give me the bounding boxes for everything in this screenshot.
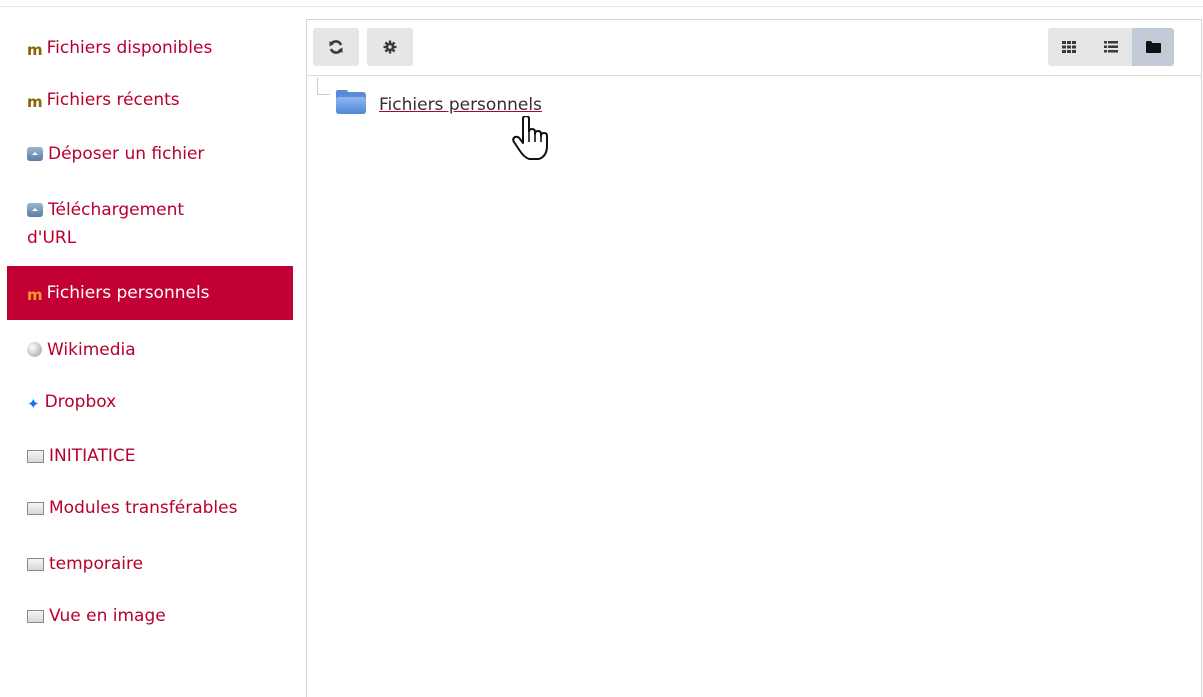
sidebar-item-deposer-fichier[interactable]: Déposer un fichier [7, 140, 293, 168]
tree-view-icon [1145, 41, 1161, 53]
settings-button[interactable] [367, 28, 413, 66]
upload-icon [27, 203, 43, 217]
sidebar-item-label: Fichiers personnels [46, 283, 210, 303]
upload-icon [27, 147, 43, 161]
repository-icon [27, 502, 44, 515]
sidebar-item-label: Modules transférables [49, 498, 238, 518]
folder-link[interactable]: Fichiers personnels [379, 95, 542, 115]
file-browser-panel: Fichiers personnels [306, 19, 1202, 697]
sidebar-item-wikimedia[interactable]: Wikimedia [7, 336, 293, 364]
repository-icon [27, 610, 44, 623]
sidebar-item-label: Dropbox [44, 392, 117, 412]
list-view-button[interactable] [1090, 28, 1132, 66]
sidebar-item-label: Vue en image [49, 606, 166, 626]
sidebar-item-fichiers-recents[interactable]: m Fichiers récents [7, 86, 293, 116]
tree-connector [317, 78, 330, 95]
dropbox-icon: ✦ [27, 395, 40, 413]
tree-view-button[interactable] [1132, 28, 1174, 66]
sidebar-item-fichiers-disponibles[interactable]: m Fichiers disponibles [7, 34, 293, 64]
list-view-icon [1104, 41, 1118, 53]
sidebar-item-label: Déposer un fichier [48, 144, 205, 164]
moodle-icon: m [27, 93, 43, 111]
sidebar-item-telechargement-url[interactable]: Téléchargement d'URL [7, 196, 237, 252]
sidebar-item-label: Téléchargement d'URL [27, 200, 185, 248]
sidebar-item-label: temporaire [49, 554, 144, 574]
file-browser-toolbar [307, 20, 1201, 76]
repository-icon [27, 558, 44, 571]
grid-view-button[interactable] [1048, 28, 1090, 66]
gear-icon [383, 40, 397, 54]
folder-icon [335, 90, 367, 116]
sidebar-item-modules-transferables[interactable]: Modules transférables [7, 494, 293, 522]
moodle-icon: m [27, 286, 43, 304]
tree-node-fichiers-personnels[interactable]: Fichiers personnels [335, 90, 542, 116]
grid-view-icon [1062, 41, 1076, 53]
top-divider [0, 6, 1203, 7]
repository-icon [27, 450, 44, 463]
sidebar-item-temporaire[interactable]: temporaire [7, 550, 293, 578]
sidebar-item-initiatice[interactable]: INITIATICE [7, 442, 293, 470]
refresh-button[interactable] [313, 28, 359, 66]
hand-cursor-icon [512, 116, 548, 160]
wikimedia-icon [27, 342, 42, 357]
refresh-icon [329, 40, 343, 54]
sidebar-item-label: INITIATICE [49, 446, 136, 466]
sidebar-item-fichiers-personnels[interactable]: m Fichiers personnels [7, 266, 293, 320]
sidebar-item-dropbox[interactable]: ✦ Dropbox [7, 388, 293, 418]
moodle-icon: m [27, 41, 43, 59]
sidebar-item-label: Fichiers disponibles [46, 38, 213, 58]
sidebar-item-label: Wikimedia [47, 340, 136, 360]
sidebar-item-vue-en-image[interactable]: Vue en image [7, 602, 293, 630]
sidebar-item-label: Fichiers récents [46, 90, 180, 110]
